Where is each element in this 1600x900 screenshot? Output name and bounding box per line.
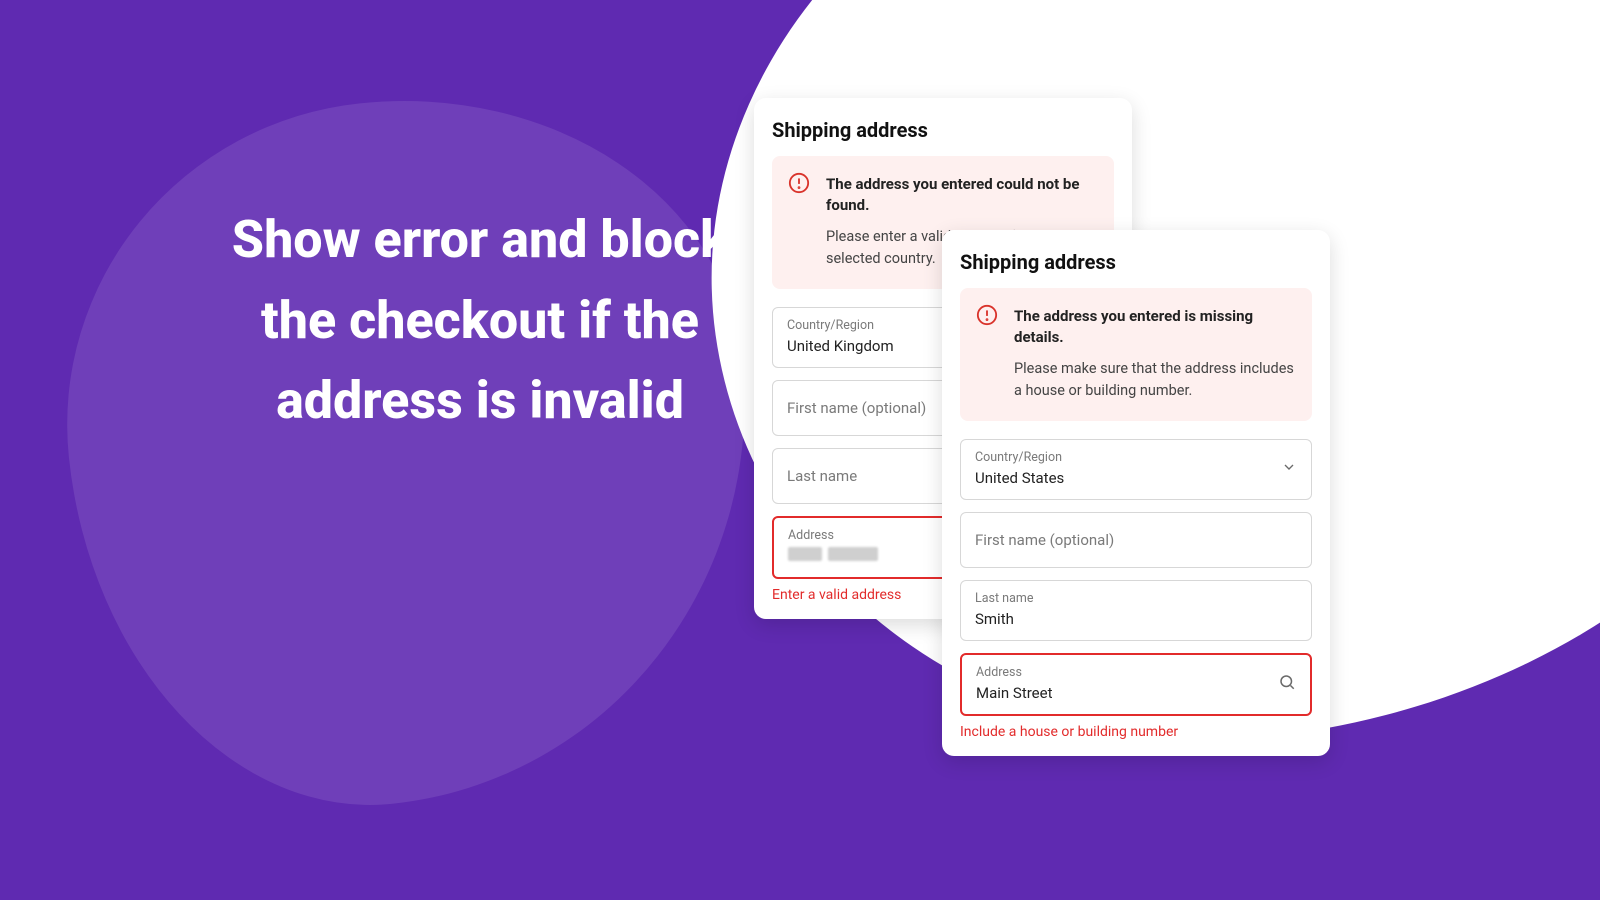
field-placeholder: First name (optional) [975, 531, 1297, 549]
marketing-slide: Show error and block the checkout if the… [0, 0, 1600, 900]
search-icon [1278, 673, 1296, 695]
field-label: Last name [975, 591, 1297, 606]
purple-blob-bg [35, 66, 784, 833]
country-select[interactable]: Country/Region United States [960, 439, 1312, 500]
checkout-card-missing-details: Shipping address The address you entered… [942, 230, 1330, 756]
address-input[interactable]: Address Main Street [960, 653, 1312, 716]
chevron-down-icon [1281, 459, 1297, 479]
alert-body: Please make sure that the address includ… [1014, 358, 1294, 403]
field-error-text: Include a house or building number [960, 724, 1312, 740]
field-value: United States [975, 469, 1297, 487]
alert-title: The address you entered is missing detai… [1014, 306, 1294, 348]
card-title: Shipping address [772, 118, 1114, 142]
first-name-input[interactable]: First name (optional) [960, 512, 1312, 568]
field-label: Address [976, 665, 1296, 680]
alert-icon [976, 304, 998, 326]
last-name-input[interactable]: Last name Smith [960, 580, 1312, 641]
error-alert: The address you entered is missing detai… [960, 288, 1312, 421]
card-title: Shipping address [960, 250, 1312, 274]
field-label: Country/Region [975, 450, 1297, 465]
field-value: Smith [975, 610, 1297, 628]
alert-title: The address you entered could not be fou… [826, 174, 1096, 216]
field-value: Main Street [976, 684, 1296, 702]
hero-headline: Show error and block the checkout if the… [200, 200, 760, 442]
alert-icon [788, 172, 810, 194]
